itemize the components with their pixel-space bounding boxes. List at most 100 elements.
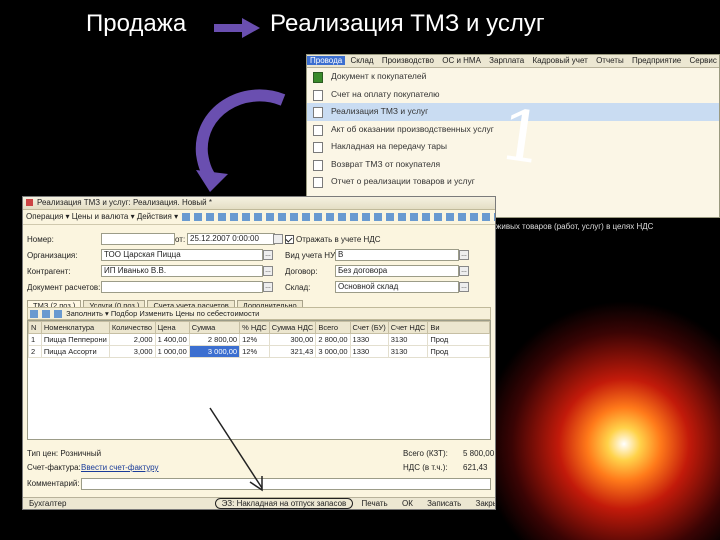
select-button[interactable]: … — [263, 282, 273, 292]
toolbar-icon[interactable] — [410, 212, 419, 221]
toolbar-icon[interactable] — [494, 212, 495, 221]
invoice-link[interactable]: Ввести счет-фактуру — [81, 463, 159, 473]
save-button[interactable]: Записать — [421, 499, 467, 508]
toolbar-icon[interactable] — [302, 212, 311, 221]
toolbar-icon[interactable] — [446, 212, 455, 221]
table-cell[interactable]: 321,43 — [268, 345, 317, 358]
table-cell[interactable]: 2,000 — [108, 333, 156, 346]
calendar-icon[interactable] — [273, 234, 283, 244]
toolbar-icon[interactable] — [482, 212, 491, 221]
table-cell[interactable]: 1330 — [349, 345, 389, 358]
table-cell[interactable]: 2 800,00 — [315, 333, 351, 346]
org-field[interactable]: ТОО Царская Пицца — [101, 249, 263, 261]
table-cell[interactable]: 1 400,00 — [154, 333, 190, 346]
select-button[interactable]: … — [263, 250, 273, 260]
toolbar-icon[interactable] — [386, 212, 395, 221]
select-button[interactable]: … — [459, 282, 469, 292]
column-header[interactable]: Счет (БУ) — [349, 321, 389, 334]
toolbar-icon[interactable] — [326, 212, 335, 221]
column-header[interactable]: Счет НДС — [387, 321, 429, 334]
table-cell[interactable]: 1 000,00 — [154, 345, 190, 358]
column-header[interactable]: Цена — [154, 321, 190, 334]
toolbar-icon[interactable] — [266, 212, 275, 221]
change-button[interactable]: Изменить — [139, 309, 173, 318]
toolbar-icon[interactable] — [434, 212, 443, 221]
table-cell[interactable]: 12% — [239, 345, 270, 358]
menu-bar-item[interactable]: ОС и НМА — [439, 56, 484, 65]
toolbar-icon[interactable] — [362, 212, 371, 221]
menu-bar-item[interactable]: Производство — [379, 56, 437, 65]
close-button[interactable]: Закрыть — [470, 499, 495, 508]
toolbar-icon[interactable] — [290, 212, 299, 221]
toolbar-icon[interactable] — [230, 212, 239, 221]
pick-button[interactable]: Подбор — [111, 309, 137, 318]
comment-field[interactable] — [81, 478, 491, 490]
table-cell[interactable]: Прод — [427, 345, 490, 358]
toolbar-icon[interactable] — [254, 212, 263, 221]
column-header[interactable]: Количество — [108, 321, 156, 334]
column-header[interactable]: Номенклатура — [40, 321, 110, 334]
date-field[interactable]: 25.12.2007 0:00:00 — [187, 233, 275, 245]
toolbar-icon[interactable] — [470, 212, 479, 221]
table-cell[interactable]: 300,00 — [268, 333, 317, 346]
table-cell[interactable]: 3 000,00 — [315, 345, 351, 358]
menu-bar-item[interactable]: Предприятие — [629, 56, 684, 65]
column-header[interactable]: Сумма — [188, 321, 241, 334]
toolbar-icon[interactable] — [206, 212, 215, 221]
column-header[interactable]: % НДС — [239, 321, 270, 334]
menu-bar-item[interactable]: Провода — [307, 56, 346, 65]
cost-prices-button[interactable]: Цены по себестоимости — [175, 309, 259, 318]
table-row[interactable]: 2 Пицца Ассорти 3,000 1 000,00 3 000,00 … — [28, 345, 490, 358]
select-button[interactable]: … — [459, 250, 469, 260]
number-field[interactable] — [101, 233, 175, 245]
select-button[interactable]: … — [459, 266, 469, 276]
column-header[interactable]: Всего — [315, 321, 351, 334]
menu-bar-item[interactable]: Сервис — [687, 56, 720, 65]
doctype-field[interactable]: В — [335, 249, 459, 261]
menu-bar-item[interactable]: Склад — [347, 56, 376, 65]
vat-flag-checkbox[interactable]: Отражать в учете НДС — [285, 234, 381, 245]
table-cell[interactable]: 3130 — [387, 333, 429, 346]
delete-row-icon[interactable] — [54, 310, 62, 319]
toolbar-prices-button[interactable]: Цены и валюта — [72, 212, 129, 221]
toolbar-icon[interactable] — [314, 212, 323, 221]
add-row-icon[interactable] — [30, 310, 38, 319]
ok-button[interactable]: ОК — [396, 499, 419, 508]
menu-bar-item[interactable]: Зарплата — [486, 56, 527, 65]
toolbar-icon[interactable] — [338, 212, 347, 221]
table-cell-selected[interactable]: 3 000,00 — [188, 345, 241, 358]
calc-doc-field[interactable] — [101, 281, 263, 293]
table-cell[interactable]: 2 — [28, 345, 42, 358]
contract-field[interactable]: Без договора — [335, 265, 459, 277]
table-cell[interactable]: 2 800,00 — [188, 333, 241, 346]
table-cell[interactable]: Прод — [427, 333, 490, 346]
column-header[interactable]: Сумма НДС — [268, 321, 317, 334]
checkbox-icon[interactable] — [285, 235, 294, 245]
menu-bar-item[interactable]: Отчеты — [593, 56, 627, 65]
copy-row-icon[interactable] — [42, 310, 50, 319]
toolbar-icon[interactable] — [242, 212, 251, 221]
table-cell[interactable]: 1330 — [349, 333, 389, 346]
print-button[interactable]: Печать — [356, 499, 394, 508]
select-button[interactable]: … — [263, 266, 273, 276]
toolbar-icon[interactable] — [398, 212, 407, 221]
table-cell[interactable]: 1 — [28, 333, 42, 346]
toolbar-actions-button[interactable]: Действия — [137, 212, 172, 221]
table-cell[interactable]: Пицца Ассорти — [40, 345, 110, 358]
table-cell[interactable]: Пицца Пепперони — [40, 333, 110, 346]
toolbar-icon[interactable] — [350, 212, 359, 221]
toolbar-icon[interactable] — [194, 212, 203, 221]
menu-bar-item[interactable]: Кадровый учет — [529, 56, 590, 65]
table-cell[interactable]: 3130 — [387, 345, 429, 358]
toolbar-icon[interactable] — [218, 212, 227, 221]
toolbar-icon[interactable] — [458, 212, 467, 221]
column-header[interactable]: N — [28, 321, 42, 334]
contragent-field[interactable]: ИП Иванько В.В. — [101, 265, 263, 277]
toolbar-icon[interactable] — [182, 212, 191, 221]
toolbar-icon[interactable] — [374, 212, 383, 221]
toolbar-icon[interactable] — [278, 212, 287, 221]
column-header[interactable]: Ви — [427, 321, 490, 334]
toolbar-operation-button[interactable]: Операция — [26, 212, 63, 221]
toolbar-icon[interactable] — [422, 212, 431, 221]
table-cell[interactable]: 3,000 — [108, 345, 156, 358]
